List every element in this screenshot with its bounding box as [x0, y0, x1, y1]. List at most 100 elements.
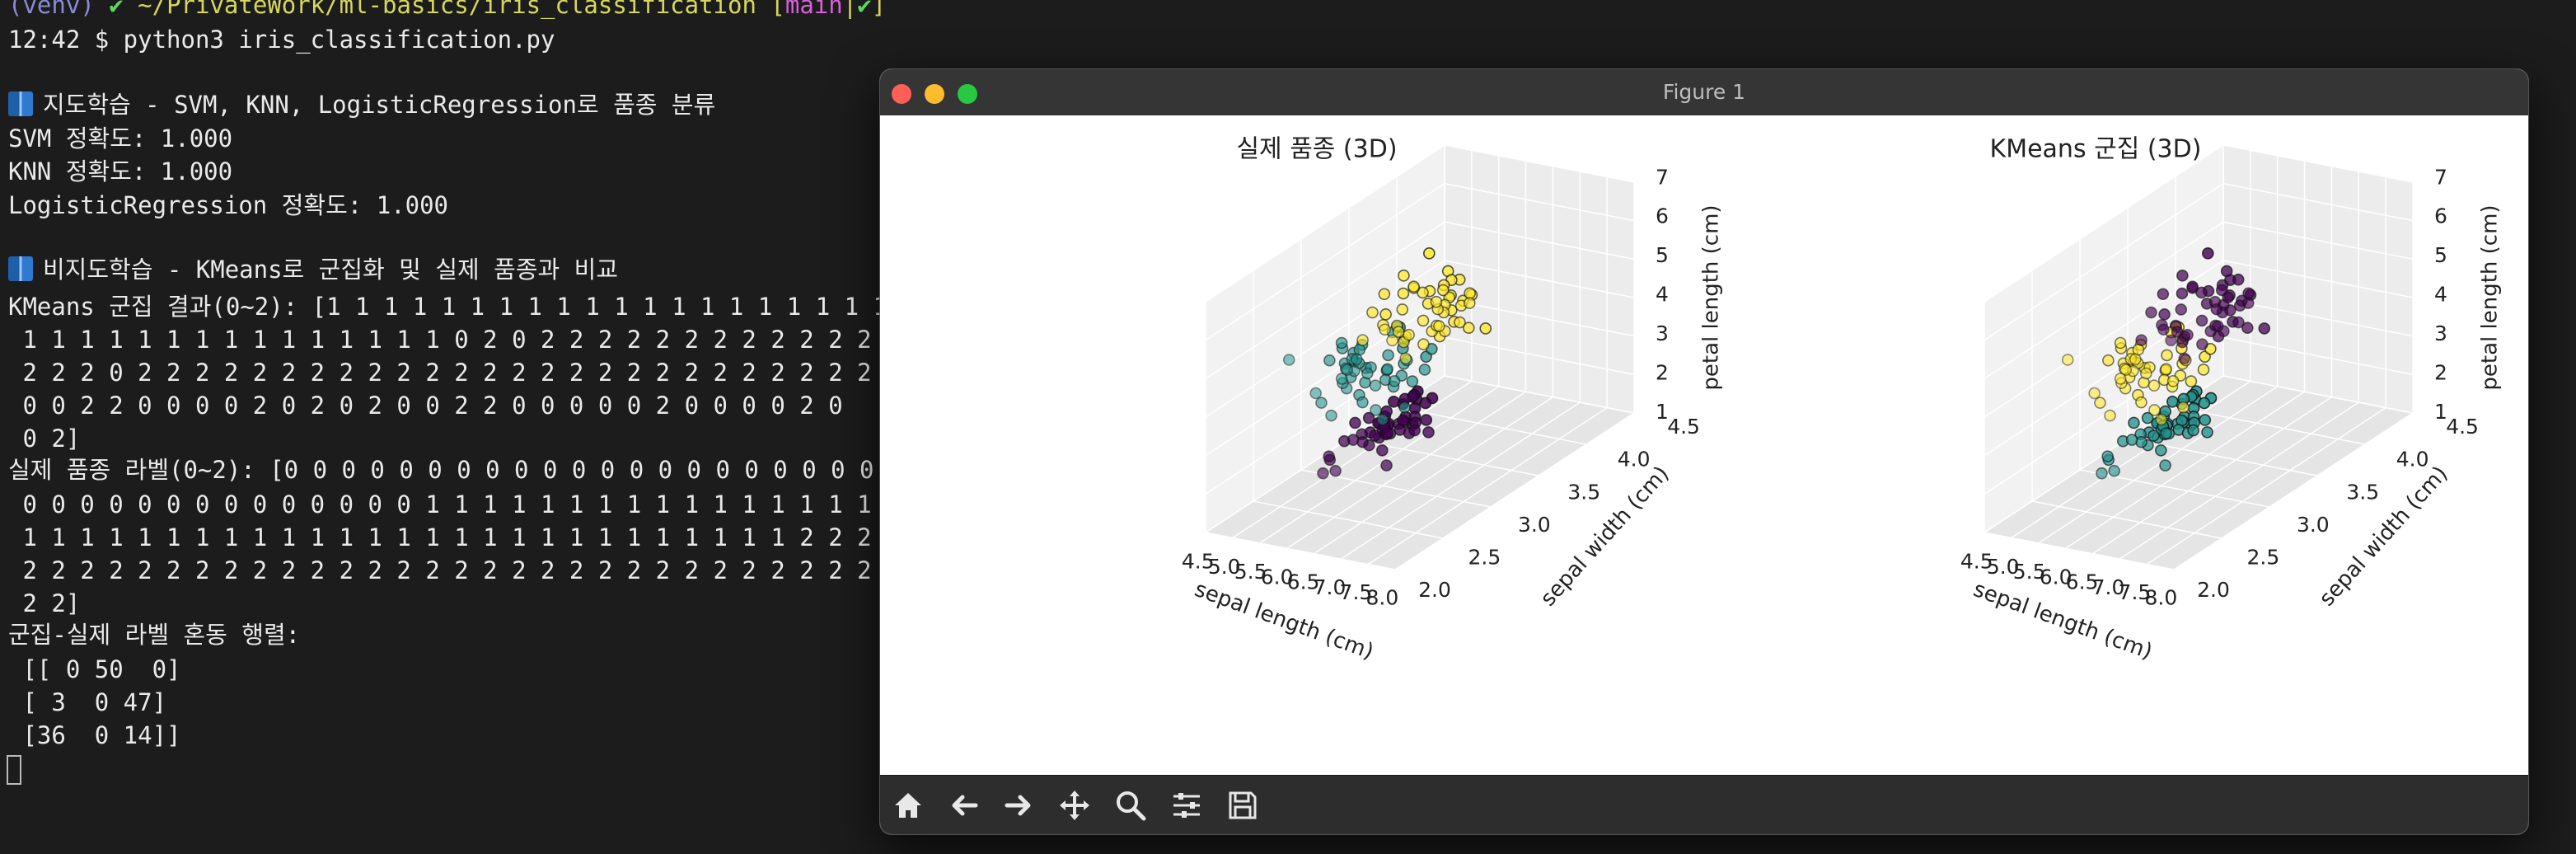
home-button[interactable]	[885, 782, 931, 828]
data-point	[1422, 426, 1435, 439]
label-line: 2 2 2 2 2 2 2 2 2 2 2 2 2 2 2 2 2 2 2 2 …	[8, 556, 872, 584]
supervised-header-text: 지도학습 - SVM, KNN, LogisticRegression로 품종 …	[43, 91, 716, 119]
data-point	[2241, 297, 2255, 309]
data-point	[2061, 354, 2074, 366]
figure-window[interactable]: Figure 1 4.5 5.0 5.5 6.0 6.5 7.0 7.5 8.0 2.0 2.5 3…	[880, 69, 2528, 834]
data-point	[1406, 375, 1419, 387]
x-tick-label: 8.0	[2145, 585, 2178, 609]
data-point	[2232, 316, 2245, 329]
kmeans-result-line: 0 0 2 2 0 0 0 0 2 0 2 0 2 0 0 2 2 0 0 0 …	[8, 392, 843, 420]
back-button[interactable]	[941, 782, 987, 828]
data-point	[2148, 404, 2161, 416]
data-point	[1369, 429, 1381, 442]
y-tick-label: 2.5	[2247, 545, 2280, 569]
x-tick-label: 8.0	[1366, 585, 1399, 609]
data-point	[2140, 367, 2152, 380]
z-tick-label: 5	[1656, 243, 1669, 267]
y-tick-label: 2.0	[2197, 578, 2230, 602]
data-point	[1407, 280, 1420, 293]
data-point	[2175, 303, 2188, 316]
figure-title: Figure 1	[1662, 80, 1746, 104]
lr-accuracy: LogisticRegression 정확도: 1.000	[8, 191, 448, 219]
confusion-row: [[ 0 50 0]	[8, 655, 181, 683]
data-point	[2187, 424, 2199, 437]
y-tick-label: 3.5	[2346, 480, 2379, 504]
data-point	[2135, 396, 2147, 409]
data-point	[1325, 409, 1337, 422]
data-point	[2147, 379, 2161, 392]
confusion-title: 군집-실제 라벨 혼동 행렬:	[8, 621, 301, 649]
prompt-branch-sep: |	[842, 0, 858, 19]
confusion-row: [36 0 14]]	[8, 721, 181, 749]
label-line: 0 0 0 0 0 0 0 0 0 0 0 0 0 0 1 1 1 1 1 1 …	[8, 490, 872, 518]
data-point	[2195, 314, 2208, 327]
data-point	[1376, 413, 1389, 426]
data-point	[1433, 320, 1445, 332]
data-point	[1388, 396, 1400, 408]
z-tick-label: 4	[2434, 283, 2447, 307]
y-tick-label: 3.5	[1567, 480, 1600, 504]
data-point	[2166, 375, 2180, 387]
data-point	[1347, 434, 1360, 446]
data-point	[2178, 352, 2191, 365]
data-point	[1381, 427, 1394, 439]
data-point	[1420, 414, 1433, 426]
y-tick-label: 2.5	[1468, 545, 1501, 569]
z-tick-label: 7	[1656, 165, 1669, 189]
forward-button[interactable]	[995, 782, 1042, 828]
data-point	[2155, 413, 2168, 426]
prompt-path: ~/PrivateWork/ml-basics/iris_classificat…	[138, 0, 756, 19]
data-point	[1381, 363, 1393, 376]
zoom-button[interactable]	[1108, 782, 1154, 828]
data-point	[1398, 270, 1410, 282]
z-axis-label: petal length (cm)	[2478, 204, 2503, 390]
data-point	[2176, 270, 2189, 282]
data-point	[1417, 314, 1430, 327]
save-icon	[1229, 791, 1257, 819]
data-point	[2125, 434, 2138, 446]
data-point	[2094, 396, 2106, 409]
data-point	[2104, 409, 2116, 422]
z-tick-label: 1	[1656, 400, 1669, 424]
data-point	[1454, 316, 1466, 329]
data-point	[1335, 373, 1348, 385]
pan-icon	[1060, 791, 1089, 820]
home-icon	[895, 793, 921, 818]
y-axis-label: sepal width (cm)	[1536, 462, 1674, 612]
y-tick-label: 4.0	[1618, 448, 1651, 472]
data-point	[1309, 387, 1322, 400]
prompt-branch-check-icon: ✔	[857, 0, 872, 19]
z-tick-label: 5	[2434, 243, 2447, 267]
data-point	[2165, 334, 2177, 347]
prompt-venv: (venv)	[8, 0, 95, 19]
data-point	[2176, 287, 2189, 300]
data-point	[2198, 396, 2211, 410]
book-icon	[8, 92, 33, 116]
svm-accuracy: SVM 정확도: 1.000	[8, 124, 233, 152]
data-point	[1398, 401, 1411, 414]
figure-canvas[interactable]: 4.55.05.56.06.57.07.58.0 2.02.53.03.54.04…	[880, 115, 2528, 775]
figure-titlebar[interactable]: Figure 1	[880, 69, 2528, 116]
pan-button[interactable]	[1051, 782, 1098, 828]
kmeans-result-line: 0 2]	[8, 425, 81, 453]
chart-title: KMeans 군집 (3D)	[1990, 135, 2202, 164]
data-point	[1388, 375, 1401, 387]
data-point	[1399, 352, 1412, 365]
data-point	[1315, 396, 1328, 409]
configure-subplots-button[interactable]	[1164, 782, 1210, 828]
z-tick-label: 3	[1656, 321, 1669, 345]
y-tick-label: 4.5	[2446, 415, 2479, 439]
data-point	[2199, 414, 2212, 426]
data-point	[2177, 401, 2190, 414]
label-line: 2 2]	[8, 589, 81, 617]
plot-panel-1	[1983, 144, 2414, 570]
data-point	[1323, 354, 1336, 367]
data-point	[2212, 320, 2224, 332]
z-tick-label: 2	[2434, 361, 2447, 385]
data-point	[1397, 287, 1410, 300]
data-point	[2114, 373, 2127, 385]
save-button[interactable]	[1220, 782, 1266, 828]
data-point	[2160, 427, 2173, 439]
data-point	[1379, 308, 1392, 321]
data-point	[1430, 295, 1443, 308]
